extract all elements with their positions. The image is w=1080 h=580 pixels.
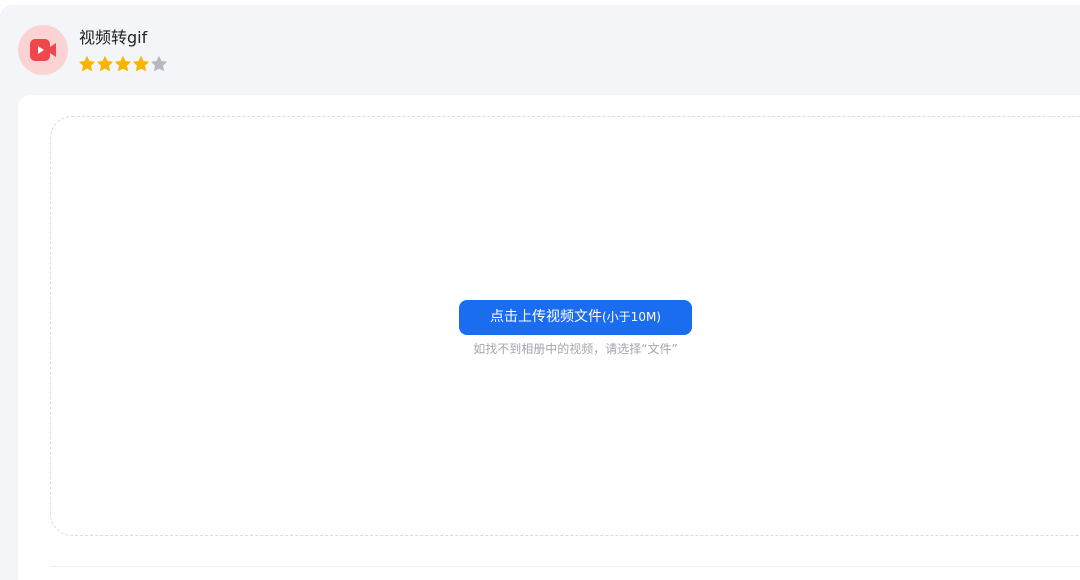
app-title: 视频转gif (79, 28, 148, 47)
star-filled-icon (79, 56, 95, 71)
upload-size-limit: (小于10M) (602, 310, 661, 324)
upload-hint: 如找不到相册中的视频，请选择“文件” (473, 342, 678, 356)
star-rating (79, 56, 167, 72)
upload-video-button[interactable]: 点击上传视频文件(小于10M) (459, 300, 692, 335)
app-icon-badge (18, 25, 68, 75)
star-filled-icon (115, 56, 131, 71)
star-filled-icon (133, 56, 149, 71)
star-filled-icon (97, 56, 113, 71)
star-empty-icon (151, 56, 167, 71)
upload-button-label: 点击上传视频文件 (490, 309, 602, 325)
page: 视频转gif 点击上传视频文件(小于10M) 如找不到相册中的视频，请选择“文件… (0, 0, 1080, 580)
video-camera-icon (30, 39, 56, 61)
divider (50, 566, 1080, 567)
